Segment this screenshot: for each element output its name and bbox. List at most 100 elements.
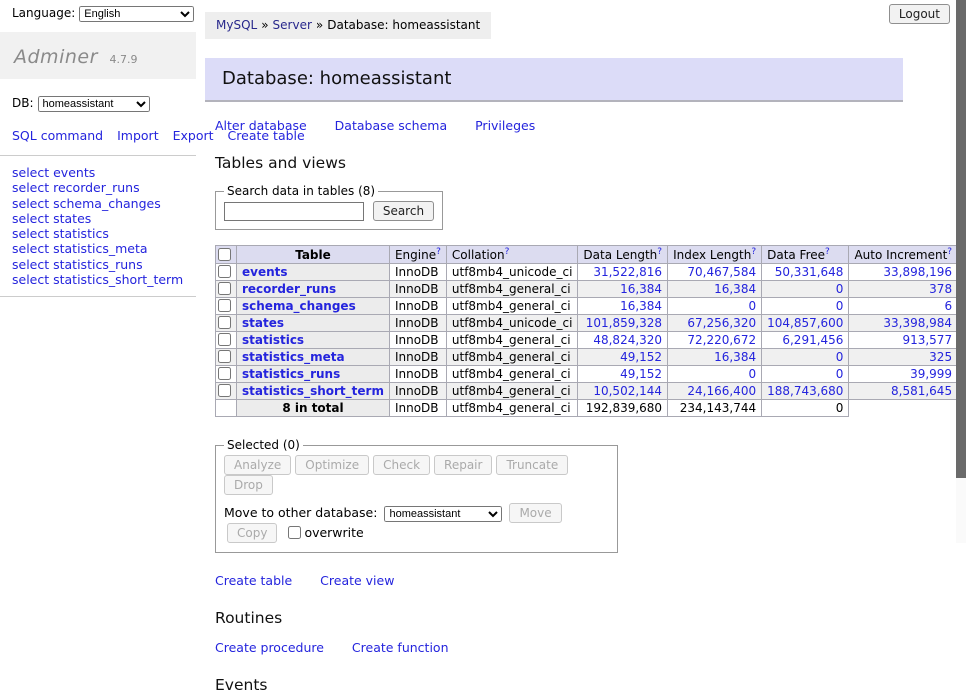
drop-button[interactable]: Drop — [224, 475, 273, 495]
row-checkbox-statistics_runs[interactable] — [218, 367, 231, 380]
search-input[interactable] — [224, 202, 364, 221]
data-length-link[interactable]: 31,522,816 — [593, 265, 662, 279]
row-checkbox-events[interactable] — [218, 265, 231, 278]
sidebar-item-select-statistics[interactable]: select statistics — [12, 226, 188, 241]
db-select[interactable]: homeassistant — [38, 96, 150, 112]
create-table-link[interactable]: Create table — [215, 573, 292, 588]
language-select[interactable]: English — [79, 6, 194, 22]
table-link-statistics[interactable]: statistics — [242, 333, 304, 347]
optimize-button[interactable]: Optimize — [295, 455, 369, 475]
row-checkbox-schema_changes[interactable] — [218, 299, 231, 312]
copy-button[interactable]: Copy — [227, 523, 277, 543]
data-free-link[interactable]: 0 — [836, 282, 844, 296]
help-link[interactable]: ? — [947, 247, 952, 257]
table-link-recorder_runs[interactable]: recorder_runs — [242, 282, 336, 296]
logout-button[interactable]: Logout — [889, 4, 950, 24]
index-length-link[interactable]: 72,220,672 — [687, 333, 756, 347]
truncate-button[interactable]: Truncate — [496, 455, 568, 475]
select-all-checkbox[interactable] — [218, 248, 231, 261]
index-length-cell: 0 — [668, 298, 762, 315]
overwrite-option[interactable]: overwrite — [288, 525, 363, 540]
routines-links: Create procedure Create function — [215, 640, 905, 655]
alter-database-link[interactable]: Alter database — [215, 118, 307, 133]
help-link[interactable]: ? — [436, 247, 441, 257]
create-view-link[interactable]: Create view — [320, 573, 394, 588]
overwrite-checkbox[interactable] — [288, 526, 301, 539]
move-database-select[interactable]: homeassistant — [384, 506, 502, 522]
data-length-link[interactable]: 10,502,144 — [593, 384, 662, 398]
data-length-link[interactable]: 16,384 — [620, 299, 662, 313]
help-link[interactable]: ? — [825, 247, 830, 257]
row-checkbox-statistics_short_term[interactable] — [218, 384, 231, 397]
help-link[interactable]: ? — [751, 247, 756, 257]
privileges-link[interactable]: Privileges — [475, 118, 535, 133]
auto-increment-link[interactable]: 378 — [929, 282, 952, 296]
data-length-link[interactable]: 101,859,328 — [586, 316, 662, 330]
index-length-link[interactable]: 70,467,584 — [687, 265, 756, 279]
sidebar-item-select-statistics_runs[interactable]: select statistics_runs — [12, 257, 188, 272]
data-free-link[interactable]: 188,743,680 — [767, 384, 843, 398]
db-label: DB: — [12, 96, 34, 110]
auto-increment-link[interactable]: 6 — [944, 299, 952, 313]
auto-increment-link[interactable]: 913,577 — [902, 333, 952, 347]
auto-increment-link[interactable]: 325 — [929, 350, 952, 364]
auto-increment-link[interactable]: 33,398,984 — [883, 316, 952, 330]
table-link-schema_changes[interactable]: schema_changes — [242, 299, 356, 313]
index-length-link[interactable]: 67,256,320 — [687, 316, 756, 330]
table-link-states[interactable]: states — [242, 316, 284, 330]
scrollbar-thumb[interactable] — [956, 0, 966, 478]
data-free-link[interactable]: 0 — [836, 367, 844, 381]
table-link-statistics_runs[interactable]: statistics_runs — [242, 367, 340, 381]
table-link-statistics_short_term[interactable]: statistics_short_term — [242, 384, 384, 398]
auto-increment-link[interactable]: 8,581,645 — [891, 384, 952, 398]
data-length-link[interactable]: 16,384 — [620, 282, 662, 296]
row-checkbox-recorder_runs[interactable] — [218, 282, 231, 295]
row-checkbox-statistics[interactable] — [218, 333, 231, 346]
vertical-scrollbar[interactable] — [956, 0, 966, 543]
page-title: Database: homeassistant — [205, 58, 903, 102]
auto-increment-link[interactable]: 33,898,196 — [883, 265, 952, 279]
index-length-link[interactable]: 16,384 — [714, 350, 756, 364]
data-length-link[interactable]: 49,152 — [620, 350, 662, 364]
sidebar-action-link[interactable]: SQL command — [12, 128, 103, 143]
data-length-link[interactable]: 49,152 — [620, 367, 662, 381]
data-free-link[interactable]: 104,857,600 — [767, 316, 843, 330]
data-free-link[interactable]: 6,291,456 — [782, 333, 843, 347]
data-length-link[interactable]: 48,824,320 — [593, 333, 662, 347]
index-length-link[interactable]: 0 — [748, 367, 756, 381]
sidebar-item-select-events[interactable]: select events — [12, 165, 188, 180]
sidebar-item-select-statistics_short_term[interactable]: select statistics_short_term — [12, 272, 188, 287]
auto-increment-link[interactable]: 39,999 — [910, 367, 952, 381]
table-link-events[interactable]: events — [242, 265, 288, 279]
data-length-cell: 49,152 — [578, 349, 668, 366]
help-link[interactable]: ? — [657, 247, 662, 257]
table-row-statistics_short_term: statistics_short_termInnoDButf8mb4_gener… — [216, 383, 966, 400]
analyze-button[interactable]: Analyze — [224, 455, 291, 475]
repair-button[interactable]: Repair — [434, 455, 492, 475]
index-length-cell: 70,467,584 — [668, 264, 762, 281]
breadcrumb-link-server[interactable]: Server — [273, 18, 312, 32]
app-logo: Adminer 4.7.9 — [0, 32, 196, 79]
breadcrumb-link-server-type[interactable]: MySQL — [216, 18, 257, 32]
data-free-link[interactable]: 0 — [836, 350, 844, 364]
create-function-link[interactable]: Create function — [352, 640, 449, 655]
check-button[interactable]: Check — [373, 455, 430, 475]
index-length-link[interactable]: 24,166,400 — [687, 384, 756, 398]
data-free-link[interactable]: 50,331,648 — [775, 265, 844, 279]
table-link-statistics_meta[interactable]: statistics_meta — [242, 350, 345, 364]
sidebar-item-select-statistics_meta[interactable]: select statistics_meta — [12, 241, 188, 256]
move-button[interactable]: Move — [509, 503, 561, 523]
help-link[interactable]: ? — [505, 247, 510, 257]
index-length-link[interactable]: 0 — [748, 299, 756, 313]
sidebar-item-select-recorder_runs[interactable]: select recorder_runs — [12, 180, 188, 195]
search-button[interactable]: Search — [373, 201, 434, 221]
row-checkbox-statistics_meta[interactable] — [218, 350, 231, 363]
row-checkbox-states[interactable] — [218, 316, 231, 329]
sidebar-item-select-schema_changes[interactable]: select schema_changes — [12, 196, 188, 211]
index-length-link[interactable]: 16,384 — [714, 282, 756, 296]
data-free-link[interactable]: 0 — [836, 299, 844, 313]
create-procedure-link[interactable]: Create procedure — [215, 640, 324, 655]
database-schema-link[interactable]: Database schema — [335, 118, 447, 133]
sidebar-item-select-states[interactable]: select states — [12, 211, 188, 226]
sidebar-action-link[interactable]: Import — [117, 128, 159, 143]
